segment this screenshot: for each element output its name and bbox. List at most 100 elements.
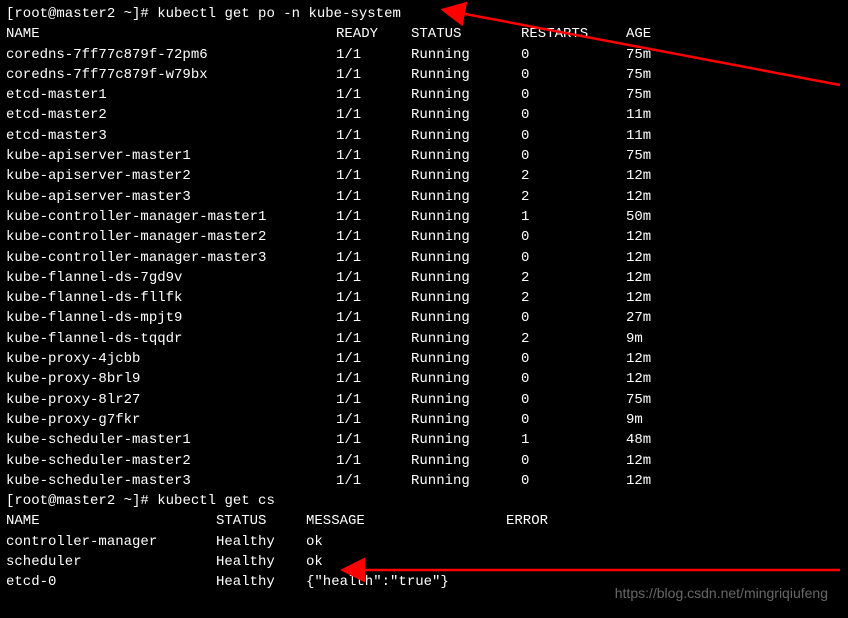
- cell-restarts: 2: [521, 268, 626, 288]
- cell-ready: 1/1: [336, 329, 411, 349]
- cell-restarts: 0: [521, 248, 626, 268]
- cell-status: Running: [411, 430, 521, 450]
- cell-ready: 1/1: [336, 45, 411, 65]
- cell-name: kube-proxy-g7fkr: [6, 410, 336, 430]
- cell-restarts: 0: [521, 410, 626, 430]
- cell-status: Running: [411, 369, 521, 389]
- cell-ready: 1/1: [336, 288, 411, 308]
- cell-age: 9m: [626, 329, 842, 349]
- cell-name: etcd-master2: [6, 105, 336, 125]
- cell-name: kube-proxy-8brl9: [6, 369, 336, 389]
- header-age: AGE: [626, 24, 842, 44]
- cell-status: Healthy: [216, 532, 306, 552]
- prompt-user-host: [root@master2 ~]#: [6, 493, 149, 509]
- table-row: etcd-master11/1Running075m: [6, 85, 842, 105]
- cell-name: scheduler: [6, 552, 216, 572]
- cell-message: {"health":"true"}: [306, 572, 506, 592]
- header-status: STATUS: [216, 511, 306, 531]
- cell-name: etcd-0: [6, 572, 216, 592]
- cell-name: kube-proxy-4jcbb: [6, 349, 336, 369]
- cell-name: kube-flannel-ds-7gd9v: [6, 268, 336, 288]
- cell-age: 75m: [626, 45, 842, 65]
- table-row: kube-proxy-g7fkr1/1Running09m: [6, 410, 842, 430]
- table-row: kube-flannel-ds-fllfk1/1Running212m: [6, 288, 842, 308]
- cell-age: 75m: [626, 65, 842, 85]
- table-row: kube-scheduler-master11/1Running148m: [6, 430, 842, 450]
- cell-status: Running: [411, 85, 521, 105]
- cell-name: kube-proxy-8lr27: [6, 390, 336, 410]
- table-row: kube-controller-manager-master21/1Runnin…: [6, 227, 842, 247]
- cell-name: kube-flannel-ds-fllfk: [6, 288, 336, 308]
- cell-ready: 1/1: [336, 187, 411, 207]
- table-row: coredns-7ff77c879f-w79bx1/1Running075m: [6, 65, 842, 85]
- table-row: kube-flannel-ds-7gd9v1/1Running212m: [6, 268, 842, 288]
- cell-restarts: 1: [521, 207, 626, 227]
- cell-age: 75m: [626, 390, 842, 410]
- cell-age: 50m: [626, 207, 842, 227]
- header-status: STATUS: [411, 24, 521, 44]
- cell-ready: 1/1: [336, 471, 411, 491]
- header-name: NAME: [6, 24, 336, 44]
- cell-name: kube-flannel-ds-tqqdr: [6, 329, 336, 349]
- table-header-row: NAME STATUS MESSAGE ERROR: [6, 511, 548, 531]
- cell-status: Healthy: [216, 572, 306, 592]
- cell-error: [506, 552, 548, 572]
- cell-restarts: 2: [521, 288, 626, 308]
- cell-name: etcd-master3: [6, 126, 336, 146]
- cell-name: kube-apiserver-master2: [6, 166, 336, 186]
- cell-status: Running: [411, 146, 521, 166]
- cell-ready: 1/1: [336, 126, 411, 146]
- table-row: schedulerHealthyok: [6, 552, 548, 572]
- cell-age: 11m: [626, 105, 842, 125]
- cell-ready: 1/1: [336, 146, 411, 166]
- cell-age: 12m: [626, 349, 842, 369]
- cell-status: Running: [411, 207, 521, 227]
- cell-ready: 1/1: [336, 430, 411, 450]
- cell-status: Running: [411, 227, 521, 247]
- cell-age: 27m: [626, 308, 842, 328]
- cell-age: 12m: [626, 288, 842, 308]
- cell-error: [506, 572, 548, 592]
- cell-age: 48m: [626, 430, 842, 450]
- cell-restarts: 0: [521, 45, 626, 65]
- table-row: kube-apiserver-master11/1Running075m: [6, 146, 842, 166]
- cell-name: coredns-7ff77c879f-w79bx: [6, 65, 336, 85]
- table-row: kube-scheduler-master31/1Running012m: [6, 471, 842, 491]
- watermark-text: https://blog.csdn.net/mingriqiufeng: [615, 583, 828, 603]
- command-prompt-1: [root@master2 ~]# kubectl get po -n kube…: [6, 4, 842, 24]
- cell-restarts: 0: [521, 369, 626, 389]
- cell-name: kube-scheduler-master1: [6, 430, 336, 450]
- table-header-row: NAME READY STATUS RESTARTS AGE: [6, 24, 842, 44]
- cell-status: Running: [411, 65, 521, 85]
- cell-age: 12m: [626, 471, 842, 491]
- cell-ready: 1/1: [336, 369, 411, 389]
- table-row: kube-flannel-ds-tqqdr1/1Running29m: [6, 329, 842, 349]
- cell-restarts: 0: [521, 471, 626, 491]
- cell-ready: 1/1: [336, 85, 411, 105]
- cell-age: 12m: [626, 451, 842, 471]
- cell-restarts: 0: [521, 349, 626, 369]
- cell-ready: 1/1: [336, 268, 411, 288]
- table-row: kube-controller-manager-master31/1Runnin…: [6, 248, 842, 268]
- cell-name: kube-controller-manager-master1: [6, 207, 336, 227]
- cell-restarts: 0: [521, 308, 626, 328]
- cell-ready: 1/1: [336, 349, 411, 369]
- cell-name: coredns-7ff77c879f-72pm6: [6, 45, 336, 65]
- cell-message: ok: [306, 552, 506, 572]
- cell-status: Running: [411, 329, 521, 349]
- cell-status: Healthy: [216, 552, 306, 572]
- table-row: kube-proxy-8lr271/1Running075m: [6, 390, 842, 410]
- cell-ready: 1/1: [336, 207, 411, 227]
- cell-restarts: 0: [521, 85, 626, 105]
- cell-restarts: 0: [521, 65, 626, 85]
- cell-restarts: 0: [521, 390, 626, 410]
- pods-table: NAME READY STATUS RESTARTS AGE coredns-7…: [6, 24, 842, 491]
- cell-name: controller-manager: [6, 532, 216, 552]
- cell-status: Running: [411, 166, 521, 186]
- cell-age: 12m: [626, 166, 842, 186]
- cell-age: 9m: [626, 410, 842, 430]
- cell-age: 75m: [626, 85, 842, 105]
- table-row: etcd-0Healthy{"health":"true"}: [6, 572, 548, 592]
- cell-ready: 1/1: [336, 390, 411, 410]
- cell-status: Running: [411, 451, 521, 471]
